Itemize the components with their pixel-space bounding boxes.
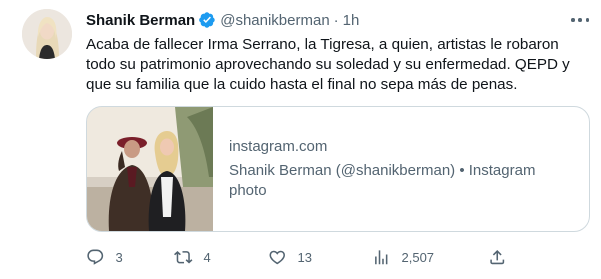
retweet-icon: [174, 250, 193, 264]
more-icon[interactable]: [569, 12, 591, 28]
card-title: Shanik Berman (@shanikberman) • Instagra…: [229, 162, 536, 199]
reply-icon: [87, 249, 104, 265]
avatar[interactable]: [22, 9, 72, 59]
like-button[interactable]: 13: [268, 246, 312, 268]
reply-button[interactable]: 3: [86, 246, 123, 268]
views-count: 2,507: [401, 249, 435, 265]
reply-count: 3: [115, 249, 123, 265]
separator-dot: ·: [333, 11, 339, 29]
share-icon: [490, 249, 505, 264]
retweet-count: 4: [203, 249, 211, 265]
tweet-header: Shanik Berman @shanikberman · 1h: [86, 10, 359, 30]
tweet[interactable]: Shanik Berman @shanikberman · 1h Acaba d…: [0, 0, 601, 279]
avatar-image: [22, 9, 72, 59]
views-chart-icon: [375, 250, 388, 264]
link-card[interactable]: instagram.com Shanik Berman (@shanikberm…: [86, 106, 590, 232]
card-domain: instagram.com: [229, 138, 328, 155]
tweet-text: Acaba de fallecer Irma Serrano, la Tigre…: [86, 36, 570, 93]
card-thumbnail: [87, 107, 213, 231]
timestamp[interactable]: 1h: [343, 12, 360, 29]
share-button[interactable]: [488, 246, 507, 268]
action-bar: 3 4 13 2,507: [86, 246, 596, 268]
author-handle[interactable]: @shanikberman: [220, 12, 329, 29]
author-name[interactable]: Shanik Berman: [86, 12, 195, 29]
verified-badge-icon: [198, 11, 216, 29]
heart-icon: [269, 250, 285, 265]
views-button[interactable]: 2,507: [372, 246, 434, 268]
like-count: 13: [297, 249, 312, 265]
card-body: instagram.com Shanik Berman (@shanikberm…: [213, 107, 569, 231]
retweet-button[interactable]: 4: [174, 246, 211, 268]
